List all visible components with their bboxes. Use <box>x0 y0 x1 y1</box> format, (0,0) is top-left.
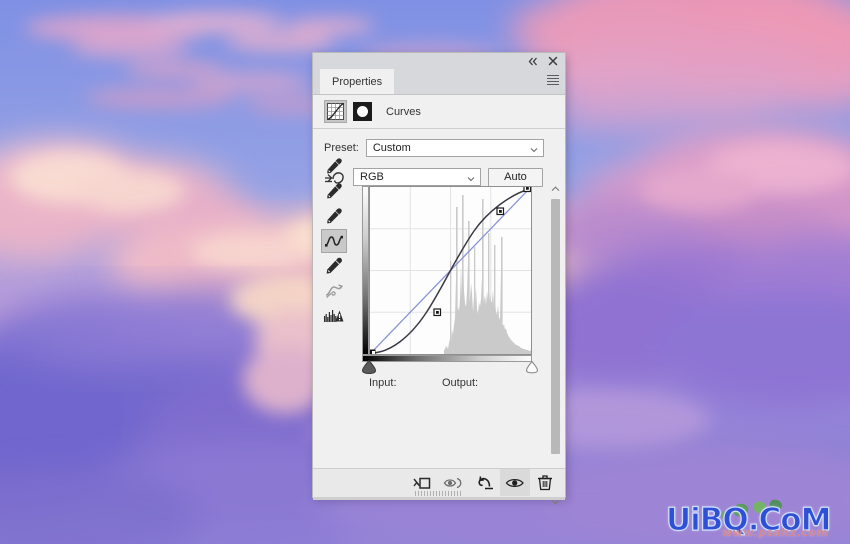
properties-panel: Properties Curves Preset: Custom RGB Aut… <box>313 53 565 505</box>
panel-tabstrip: Properties <box>313 69 565 95</box>
input-label: Input: <box>369 377 397 389</box>
toggle-visibility-icon[interactable] <box>500 469 530 496</box>
input-gradient-bar <box>362 355 532 362</box>
black-point-slider-handle[interactable] <box>361 359 377 375</box>
panel-bottom-edge <box>313 497 565 500</box>
curves-tool-column <box>321 154 349 329</box>
panel-titlebar <box>313 53 565 69</box>
auto-button-label: Auto <box>504 171 527 183</box>
panel-menu-icon[interactable] <box>547 75 559 86</box>
scrollbar-thumb[interactable] <box>551 199 560 454</box>
delete-layer-icon[interactable] <box>530 469 560 496</box>
scrollbar-track[interactable] <box>549 195 562 496</box>
panel-scrollbar[interactable] <box>549 183 562 508</box>
adjustment-header: Curves <box>313 95 565 129</box>
curve-plot-area[interactable] <box>369 186 532 355</box>
clipping-warning-icon[interactable] <box>321 304 347 328</box>
double-chevron-left-icon[interactable] <box>526 56 540 67</box>
layer-mask-thumbnail[interactable] <box>353 102 372 121</box>
close-icon[interactable] <box>546 54 560 68</box>
curves-grid-icon[interactable] <box>324 100 347 123</box>
reset-adjustment-icon[interactable] <box>470 469 500 496</box>
output-gradient-bar <box>362 186 369 355</box>
white-point-slider-handle[interactable] <box>524 360 539 374</box>
preset-row: Preset: Custom <box>313 135 565 161</box>
gray-point-eyedropper-icon[interactable] <box>321 179 347 203</box>
output-label: Output: <box>442 377 479 389</box>
mask-shape <box>357 106 368 117</box>
edit-points-curve-icon[interactable] <box>321 229 347 253</box>
white-point-eyedropper-icon[interactable] <box>321 204 347 228</box>
preset-value: Custom <box>372 142 411 154</box>
input-output-row: Input: Output: <box>369 377 539 391</box>
curve-plot-svg <box>370 187 531 354</box>
auto-button[interactable]: Auto <box>488 167 543 187</box>
tab-properties-label: Properties <box>332 75 383 88</box>
tab-properties[interactable]: Properties <box>320 69 395 94</box>
chevron-down-icon <box>530 145 538 153</box>
scroll-up-arrow-icon[interactable] <box>549 183 562 195</box>
black-point-eyedropper-icon[interactable] <box>321 154 347 178</box>
channel-value: RGB <box>360 171 384 183</box>
pencil-draw-curve-icon[interactable] <box>321 254 347 278</box>
chevron-down-icon <box>467 174 475 182</box>
curves-graph[interactable] <box>362 186 532 362</box>
smooth-curve-icon[interactable] <box>321 279 347 303</box>
preset-select[interactable]: Custom <box>365 139 544 157</box>
preset-label: Preset: <box>324 142 359 154</box>
panel-bottom-toolbar <box>313 468 565 497</box>
panel-resize-grip[interactable] <box>415 491 463 496</box>
channel-select[interactable]: RGB <box>353 168 481 186</box>
adjustment-title: Curves <box>386 105 421 118</box>
